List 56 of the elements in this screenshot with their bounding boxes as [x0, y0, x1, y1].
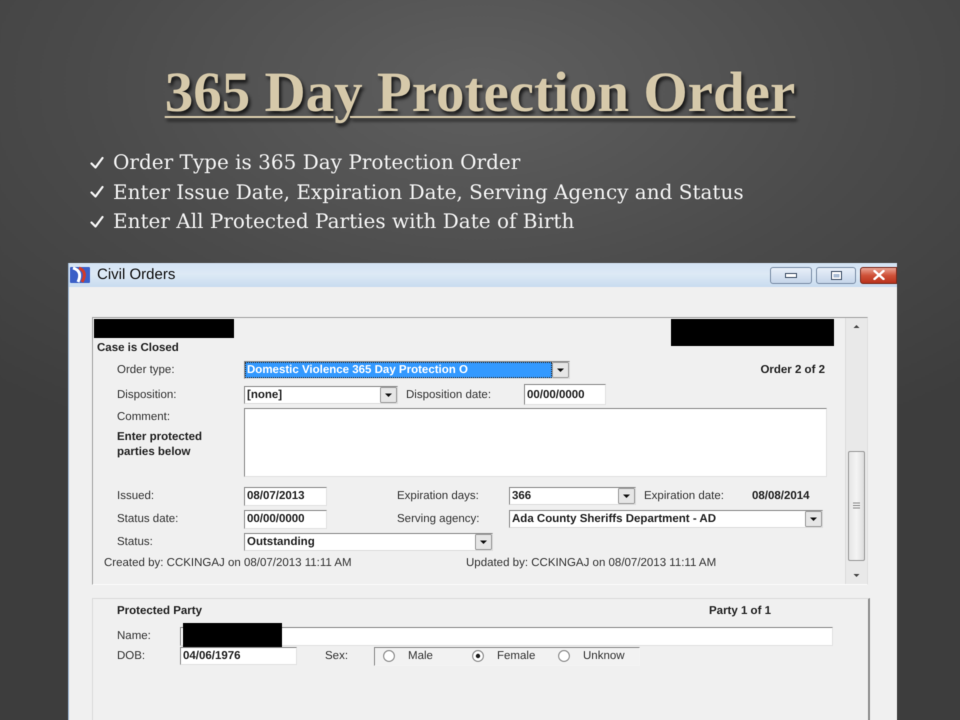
- radio-option[interactable]: Female: [472, 650, 558, 662]
- field-label: Expiration date:: [644, 489, 725, 503]
- field-label: Sex:: [325, 649, 350, 663]
- minimize-button[interactable]: [770, 266, 812, 284]
- field-label: DOB:: [117, 650, 146, 662]
- field-label: Status:: [117, 534, 154, 548]
- order-count-text: Order 2 of 2: [760, 364, 825, 376]
- disposition-date-field[interactable]: 00/00/0000: [524, 384, 606, 405]
- scrollbar[interactable]: [845, 318, 867, 584]
- case-status-text: Case is Closed: [97, 340, 179, 356]
- bullet-text: Enter Issue Date, Expiration Date, Serving Agency and Status: [113, 178, 744, 206]
- bullet-text: Order Type is 365 Day Protection Order: [113, 149, 520, 176]
- caret-icon[interactable]: [475, 534, 492, 550]
- check-icon: [90, 185, 104, 200]
- window-title: Civil Orders: [97, 266, 176, 283]
- comment-field[interactable]: [244, 408, 827, 476]
- scrollbar-thumb[interactable]: [848, 450, 865, 560]
- field-label: Disposition date:: [406, 388, 492, 402]
- close-icon: [872, 270, 884, 280]
- protected-party-title: Protected Party: [117, 604, 204, 618]
- maximize-icon: [830, 270, 842, 280]
- field-label: Status date:: [117, 512, 180, 526]
- party-count-text: Party 1 of 1: [709, 604, 771, 618]
- field-label: Comment:: [117, 410, 170, 424]
- expiration-days-dropdown[interactable]: 366: [509, 487, 636, 505]
- caret-icon[interactable]: [618, 488, 635, 504]
- field-label: Disposition:: [117, 388, 178, 402]
- field-label: Serving agency:: [397, 512, 480, 526]
- field-label: Name:: [117, 630, 152, 642]
- slide-title: 365 Day Protection Order: [164, 61, 796, 125]
- bullet-text: Enter All Protected Parties with Date of Birth: [113, 208, 574, 235]
- caret-icon[interactable]: [552, 362, 569, 378]
- status-dropdown[interactable]: Outstanding: [244, 532, 493, 550]
- dob-field[interactable]: 04/06/1976: [180, 647, 297, 665]
- radio-option[interactable]: Male: [383, 650, 472, 662]
- disposition-dropdown[interactable]: [none]: [244, 386, 398, 404]
- grip-icon: [853, 502, 860, 509]
- protected-parties-hint: Enter protected parties below: [117, 430, 203, 460]
- radio-option[interactable]: Unknow: [558, 650, 625, 662]
- status-date-field[interactable]: 00/00/0000: [244, 510, 327, 528]
- check-icon: [90, 156, 104, 170]
- field-label: Expiration days:: [397, 489, 480, 503]
- caret-icon[interactable]: [805, 511, 822, 527]
- maximize-button[interactable]: [816, 266, 856, 284]
- issued-date-field[interactable]: 08/07/2013: [244, 486, 327, 506]
- swoosh-logo-icon: [70, 266, 90, 284]
- check-icon: [90, 214, 104, 229]
- updated-by-text: Updated by: CCKINGAJ on 08/07/2013 11:11 AM: [466, 556, 716, 570]
- field-label: Order type:: [117, 362, 176, 376]
- field-label: Issued:: [117, 489, 156, 503]
- close-button[interactable]: [860, 266, 897, 284]
- minimize-icon: [785, 272, 797, 278]
- caret-icon[interactable]: [380, 386, 397, 402]
- expiration-date-value: 08/08/2014: [752, 489, 810, 503]
- created-by-text: Created by: CCKINGAJ on 08/07/2013 11:11 AM: [104, 556, 353, 570]
- serving-agency-dropdown[interactable]: Ada County Sheriffs Department - AD: [509, 510, 823, 528]
